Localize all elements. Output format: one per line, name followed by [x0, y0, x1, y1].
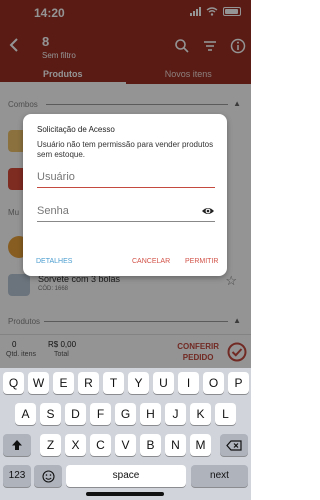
key-e[interactable]: E — [53, 372, 74, 394]
key-g[interactable]: G — [115, 403, 136, 425]
key-w[interactable]: W — [28, 372, 49, 394]
key-d[interactable]: D — [65, 403, 86, 425]
cancel-button[interactable]: CANCELAR — [132, 258, 170, 265]
key-a[interactable]: A — [15, 403, 36, 425]
key-j[interactable]: J — [165, 403, 186, 425]
username-input[interactable] — [37, 166, 215, 187]
dialog-message: Usuário não tem permissão para vender pr… — [37, 140, 214, 159]
numbers-key[interactable]: 123 — [3, 465, 31, 487]
key-h[interactable]: H — [140, 403, 161, 425]
backspace-key[interactable] — [220, 434, 248, 456]
key-p[interactable]: P — [228, 372, 249, 394]
shift-icon — [12, 440, 22, 450]
key-o[interactable]: O — [203, 372, 224, 394]
show-password-eye-icon[interactable] — [201, 205, 215, 217]
key-s[interactable]: S — [40, 403, 61, 425]
key-m[interactable]: M — [190, 434, 211, 456]
key-c[interactable]: C — [90, 434, 111, 456]
username-field — [37, 166, 215, 188]
password-field — [37, 200, 215, 222]
dialog-title: Solicitação de Acesso — [37, 125, 115, 134]
key-b[interactable]: B — [140, 434, 161, 456]
key-r[interactable]: R — [78, 372, 99, 394]
password-input[interactable] — [37, 200, 215, 221]
key-n[interactable]: N — [165, 434, 186, 456]
key-i[interactable]: I — [178, 372, 199, 394]
key-u[interactable]: U — [153, 372, 174, 394]
next-key[interactable]: next — [191, 465, 248, 487]
key-f[interactable]: F — [90, 403, 111, 425]
onscreen-keyboard: Q W E R T Y U I O P A S D F G H J K L Z … — [0, 368, 251, 500]
emoji-key[interactable] — [34, 465, 62, 487]
shift-key[interactable] — [3, 434, 31, 456]
backspace-icon — [226, 440, 242, 451]
allow-button[interactable]: PERMITIR — [185, 258, 218, 265]
key-t[interactable]: T — [103, 372, 124, 394]
space-key[interactable]: space — [66, 465, 186, 487]
emoji-icon — [41, 470, 55, 483]
access-request-dialog: Solicitação de Acesso Usuário não tem pe… — [23, 114, 227, 276]
home-indicator — [86, 492, 164, 496]
key-x[interactable]: X — [65, 434, 86, 456]
key-k[interactable]: K — [190, 403, 211, 425]
key-l[interactable]: L — [215, 403, 236, 425]
key-q[interactable]: Q — [3, 372, 24, 394]
key-v[interactable]: V — [115, 434, 136, 456]
details-button[interactable]: DETALHES — [36, 258, 72, 265]
key-y[interactable]: Y — [128, 372, 149, 394]
key-z[interactable]: Z — [40, 434, 61, 456]
